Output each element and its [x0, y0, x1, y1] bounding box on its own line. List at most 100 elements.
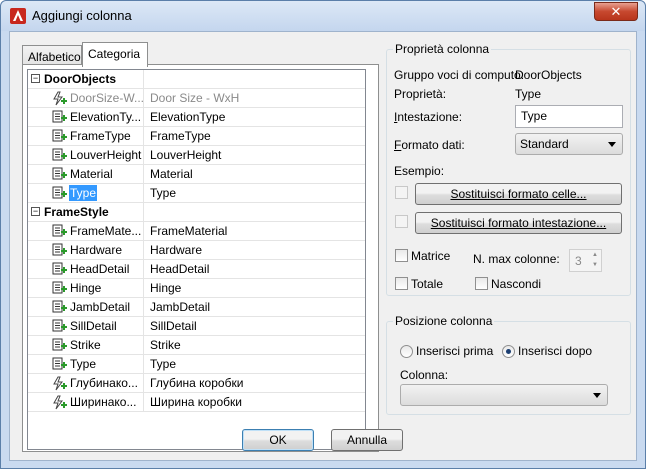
tree-row-value: HeadDetail [150, 262, 210, 276]
total-label: Totale [411, 277, 444, 291]
column-position-group: Posizione colonna Inserisci prima Inseri… [386, 314, 631, 415]
tree-row[interactable]: LouverHeight LouverHeight [28, 146, 365, 165]
insert-before-radio[interactable] [400, 345, 413, 358]
replace-heading-format-label: Sostituisci formato intestazione... [430, 216, 607, 230]
collapse-icon[interactable]: − [31, 74, 40, 83]
column-properties-legend: Proprietà colonna [393, 42, 492, 56]
tree-row-label: DoorSize-W... [70, 91, 145, 105]
max-columns-value: 3 [575, 254, 582, 268]
tree-row[interactable]: FrameType FrameType [28, 127, 365, 146]
tree-group-0[interactable]: − DoorObjects [28, 70, 365, 89]
tree-row-label: Type [70, 357, 97, 371]
tree-group-1[interactable]: − FrameStyle [28, 203, 365, 222]
tree-row-value: Hinge [150, 281, 182, 295]
property-set-icon [52, 148, 68, 163]
tree-row-value: Глубина коробки [150, 376, 244, 390]
tree-row[interactable]: HeadDetail HeadDetail [28, 260, 365, 279]
cancel-button-label: Annulla [346, 433, 388, 447]
autocad-logo-icon [10, 8, 26, 24]
tab-alfabetico[interactable]: Alfabetico [22, 45, 82, 65]
hide-label: Nascondi [491, 277, 542, 291]
spin-up-icon[interactable]: ▲ [590, 251, 600, 260]
format-label: Formato dati: [394, 138, 465, 152]
tree-row[interactable]: ElevationTy... ElevationType [28, 108, 365, 127]
tree-row[interactable]: JambDetail JambDetail [28, 298, 365, 317]
tree-row-label: Hardware [70, 243, 123, 257]
dialog-client-area: Alfabetico Categoria − DoorObjects DoorSiz… [9, 31, 637, 461]
tree-row-value: FrameMaterial [150, 224, 228, 238]
tree-row-label: Type [69, 185, 98, 201]
tree-row[interactable]: DoorSize-W... Door Size - WxH [28, 89, 365, 108]
property-set-icon [52, 281, 68, 296]
heading-label: Intestazione: [394, 110, 463, 124]
tree-row-value: FrameType [150, 129, 211, 143]
tree-row-value: JambDetail [150, 300, 211, 314]
property-value: Type [515, 87, 542, 101]
tree-scrollbar[interactable] [366, 69, 374, 450]
tab-panel-categoria: − DoorObjects DoorSize-W... Door Size - WxH… [22, 64, 379, 452]
cancel-button[interactable]: Annulla [331, 429, 403, 451]
tree-row[interactable]: Material Material [28, 165, 365, 184]
tree-row[interactable]: Глубинако... Глубина коробки [28, 374, 365, 393]
tree-row-label: FrameType [70, 129, 131, 143]
tab-categoria[interactable]: Categoria [82, 42, 148, 67]
property-tree[interactable]: − DoorObjects DoorSize-W... Door Size - WxH… [27, 69, 366, 450]
window-title: Aggiungi colonna [32, 8, 132, 23]
chevron-down-icon [608, 142, 616, 147]
tree-row[interactable]: FrameMate... FrameMaterial [28, 222, 365, 241]
tree-row-label: Strike [70, 338, 101, 352]
title-bar: Aggiungi colonna ✕ [1, 1, 645, 31]
tree-group-label: FrameStyle [44, 205, 109, 219]
replace-cell-format-button[interactable]: Sostituisci formato celle... [415, 183, 622, 205]
tree-row-value: Ширина коробки [150, 395, 242, 409]
matrix-checkbox[interactable] [395, 249, 408, 262]
max-columns-label: N. max colonne: [473, 252, 560, 266]
replace-cell-checkbox[interactable] [395, 186, 408, 199]
spin-down-icon[interactable]: ▼ [590, 261, 600, 270]
tab-categoria-label: Categoria [88, 47, 141, 61]
tree-row[interactable]: Ширинако... Ширина коробки [28, 393, 365, 412]
property-set-icon [52, 167, 68, 182]
tree-group-label: DoorObjects [44, 72, 117, 86]
tree-row[interactable]: SillDetail SillDetail [28, 317, 365, 336]
tree-row-value: Type [150, 186, 177, 200]
close-icon: ✕ [610, 3, 622, 19]
formula-icon [52, 91, 68, 106]
ok-button[interactable]: OK [242, 429, 314, 451]
matrix-label: Matrice [411, 249, 451, 263]
tree-row-label: Material [70, 167, 113, 181]
tree-row-label: FrameMate... [70, 224, 142, 238]
tree-row-value: ElevationType [150, 110, 226, 124]
insert-after-radio[interactable] [502, 345, 515, 358]
format-combo-value: Standard [520, 137, 569, 151]
insert-before-label: Inserisci prima [416, 344, 494, 358]
total-checkbox[interactable] [395, 277, 408, 290]
tree-row-value: Material [150, 167, 193, 181]
collapse-icon[interactable]: − [31, 207, 40, 216]
max-columns-spinner[interactable]: 3 ▲ ▼ [569, 249, 602, 272]
tree-row[interactable]: Type Type [28, 355, 365, 374]
formula-icon [52, 376, 68, 391]
formula-icon [52, 395, 68, 410]
group-label: Gruppo voci di computo: [394, 68, 525, 82]
hide-checkbox[interactable] [475, 277, 488, 290]
heading-input[interactable]: Type [515, 105, 623, 128]
tree-row[interactable]: Strike Strike [28, 336, 365, 355]
tree-row[interactable]: Type Type [28, 184, 365, 203]
tree-row[interactable]: Hinge Hinge [28, 279, 365, 298]
column-combo[interactable] [400, 384, 608, 406]
close-button[interactable]: ✕ [594, 2, 638, 21]
property-set-icon [52, 319, 68, 334]
format-combo[interactable]: Standard [515, 133, 623, 155]
tree-row-label: Hinge [70, 281, 102, 295]
chevron-down-icon [593, 393, 601, 398]
tree-row-value: SillDetail [150, 319, 197, 333]
tree-row[interactable]: Hardware Hardware [28, 241, 365, 260]
replace-heading-checkbox[interactable] [395, 215, 408, 228]
property-set-icon [52, 243, 68, 258]
tree-row-label: ElevationTy... [70, 110, 142, 124]
replace-heading-format-button[interactable]: Sostituisci formato intestazione... [415, 212, 622, 234]
insert-after-label: Inserisci dopo [518, 344, 593, 358]
property-set-icon [52, 110, 68, 125]
tree-row-label: Глубинако... [70, 376, 138, 390]
